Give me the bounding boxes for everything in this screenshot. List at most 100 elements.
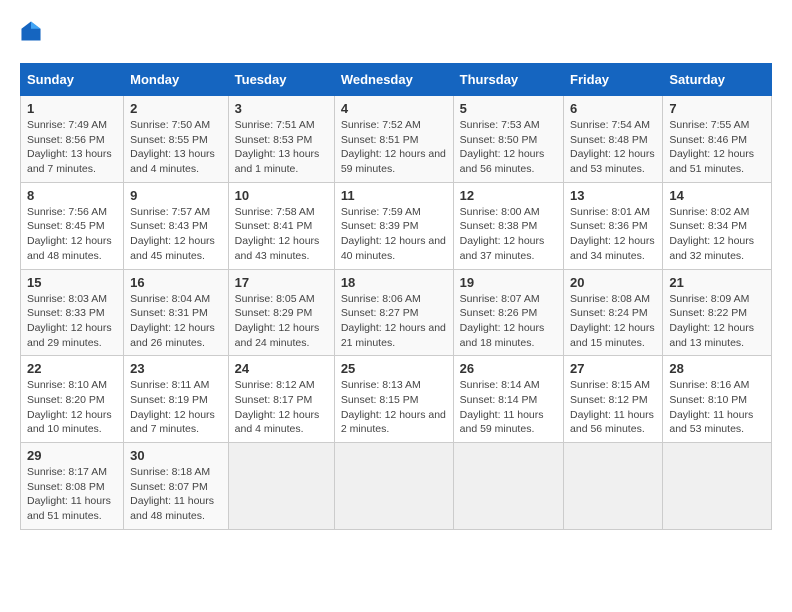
- calendar-cell: 19 Sunrise: 8:07 AMSunset: 8:26 PMDayligh…: [453, 269, 563, 356]
- calendar-week-row: 15 Sunrise: 8:03 AMSunset: 8:33 PMDayligh…: [21, 269, 772, 356]
- day-info: Sunrise: 8:04 AMSunset: 8:31 PMDaylight:…: [130, 292, 222, 351]
- day-number: 23: [130, 361, 222, 376]
- calendar-cell: 16 Sunrise: 8:04 AMSunset: 8:31 PMDayligh…: [124, 269, 229, 356]
- day-info: Sunrise: 8:17 AMSunset: 8:08 PMDaylight:…: [27, 465, 117, 524]
- day-number: 17: [235, 275, 328, 290]
- day-number: 16: [130, 275, 222, 290]
- calendar-cell: [564, 443, 663, 530]
- calendar-cell: [453, 443, 563, 530]
- calendar-cell: 24 Sunrise: 8:12 AMSunset: 8:17 PMDayligh…: [228, 356, 334, 443]
- calendar-cell: 29 Sunrise: 8:17 AMSunset: 8:08 PMDayligh…: [21, 443, 124, 530]
- calendar-table: SundayMondayTuesdayWednesdayThursdayFrid…: [20, 63, 772, 530]
- calendar-week-row: 1 Sunrise: 7:49 AMSunset: 8:56 PMDaylight…: [21, 96, 772, 183]
- day-info: Sunrise: 7:52 AMSunset: 8:51 PMDaylight:…: [341, 118, 447, 177]
- day-info: Sunrise: 7:53 AMSunset: 8:50 PMDaylight:…: [460, 118, 557, 177]
- day-info: Sunrise: 7:56 AMSunset: 8:45 PMDaylight:…: [27, 205, 117, 264]
- day-info: Sunrise: 8:02 AMSunset: 8:34 PMDaylight:…: [669, 205, 765, 264]
- day-number: 25: [341, 361, 447, 376]
- page-header: [20, 20, 772, 47]
- day-info: Sunrise: 8:15 AMSunset: 8:12 PMDaylight:…: [570, 378, 656, 437]
- day-number: 10: [235, 188, 328, 203]
- day-number: 22: [27, 361, 117, 376]
- day-number: 29: [27, 448, 117, 463]
- calendar-cell: 26Sunrise: 8:14 AMSunset: 8:14 PMDayligh…: [453, 356, 563, 443]
- header-thursday: Thursday: [453, 64, 563, 96]
- header-friday: Friday: [564, 64, 663, 96]
- calendar-cell: 28 Sunrise: 8:16 AMSunset: 8:10 PMDayligh…: [663, 356, 772, 443]
- calendar-week-row: 22 Sunrise: 8:10 AMSunset: 8:20 PMDayligh…: [21, 356, 772, 443]
- calendar-cell: 14 Sunrise: 8:02 AMSunset: 8:34 PMDayligh…: [663, 182, 772, 269]
- calendar-cell: 15 Sunrise: 8:03 AMSunset: 8:33 PMDayligh…: [21, 269, 124, 356]
- calendar-cell: 4 Sunrise: 7:52 AMSunset: 8:51 PMDaylight…: [334, 96, 453, 183]
- calendar-cell: 30Sunrise: 8:18 AMSunset: 8:07 PMDayligh…: [124, 443, 229, 530]
- day-number: 26: [460, 361, 557, 376]
- day-info: Sunrise: 7:58 AMSunset: 8:41 PMDaylight:…: [235, 205, 328, 264]
- logo: [20, 20, 46, 47]
- calendar-cell: 13Sunrise: 8:01 AMSunset: 8:36 PMDayligh…: [564, 182, 663, 269]
- day-number: 24: [235, 361, 328, 376]
- day-info: Sunrise: 8:09 AMSunset: 8:22 PMDaylight:…: [669, 292, 765, 351]
- day-info: Sunrise: 8:05 AMSunset: 8:29 PMDaylight:…: [235, 292, 328, 351]
- day-info: Sunrise: 8:08 AMSunset: 8:24 PMDaylight:…: [570, 292, 656, 351]
- day-info: Sunrise: 8:07 AMSunset: 8:26 PMDaylight:…: [460, 292, 557, 351]
- calendar-cell: 22 Sunrise: 8:10 AMSunset: 8:20 PMDayligh…: [21, 356, 124, 443]
- day-number: 6: [570, 101, 656, 116]
- calendar-cell: 5 Sunrise: 7:53 AMSunset: 8:50 PMDaylight…: [453, 96, 563, 183]
- day-info: Sunrise: 7:50 AMSunset: 8:55 PMDaylight:…: [130, 118, 222, 177]
- calendar-cell: 9 Sunrise: 7:57 AMSunset: 8:43 PMDaylight…: [124, 182, 229, 269]
- day-number: 14: [669, 188, 765, 203]
- calendar-cell: 21 Sunrise: 8:09 AMSunset: 8:22 PMDayligh…: [663, 269, 772, 356]
- day-number: 5: [460, 101, 557, 116]
- day-info: Sunrise: 7:55 AMSunset: 8:46 PMDaylight:…: [669, 118, 765, 177]
- day-number: 18: [341, 275, 447, 290]
- day-info: Sunrise: 8:01 AMSunset: 8:36 PMDaylight:…: [570, 205, 656, 264]
- calendar-cell: [334, 443, 453, 530]
- day-info: Sunrise: 7:54 AMSunset: 8:48 PMDaylight:…: [570, 118, 656, 177]
- calendar-header-row: SundayMondayTuesdayWednesdayThursdayFrid…: [21, 64, 772, 96]
- day-number: 3: [235, 101, 328, 116]
- calendar-cell: 18 Sunrise: 8:06 AMSunset: 8:27 PMDayligh…: [334, 269, 453, 356]
- day-info: Sunrise: 8:10 AMSunset: 8:20 PMDaylight:…: [27, 378, 117, 437]
- calendar-cell: 23 Sunrise: 8:11 AMSunset: 8:19 PMDayligh…: [124, 356, 229, 443]
- calendar-cell: 3Sunrise: 7:51 AMSunset: 8:53 PMDaylight…: [228, 96, 334, 183]
- header-saturday: Saturday: [663, 64, 772, 96]
- day-info: Sunrise: 8:12 AMSunset: 8:17 PMDaylight:…: [235, 378, 328, 437]
- calendar-cell: 10 Sunrise: 7:58 AMSunset: 8:41 PMDayligh…: [228, 182, 334, 269]
- day-number: 8: [27, 188, 117, 203]
- day-info: Sunrise: 7:59 AMSunset: 8:39 PMDaylight:…: [341, 205, 447, 264]
- calendar-cell: 8 Sunrise: 7:56 AMSunset: 8:45 PMDaylight…: [21, 182, 124, 269]
- day-number: 9: [130, 188, 222, 203]
- calendar-cell: 12Sunrise: 8:00 AMSunset: 8:38 PMDayligh…: [453, 182, 563, 269]
- day-number: 28: [669, 361, 765, 376]
- day-info: Sunrise: 8:13 AMSunset: 8:15 PMDaylight:…: [341, 378, 447, 437]
- day-number: 27: [570, 361, 656, 376]
- calendar-week-row: 29 Sunrise: 8:17 AMSunset: 8:08 PMDayligh…: [21, 443, 772, 530]
- day-number: 11: [341, 188, 447, 203]
- header-monday: Monday: [124, 64, 229, 96]
- day-info: Sunrise: 7:49 AMSunset: 8:56 PMDaylight:…: [27, 118, 117, 177]
- day-info: Sunrise: 7:57 AMSunset: 8:43 PMDaylight:…: [130, 205, 222, 264]
- calendar-cell: 20Sunrise: 8:08 AMSunset: 8:24 PMDayligh…: [564, 269, 663, 356]
- calendar-cell: 6 Sunrise: 7:54 AMSunset: 8:48 PMDaylight…: [564, 96, 663, 183]
- header-sunday: Sunday: [21, 64, 124, 96]
- day-info: Sunrise: 8:11 AMSunset: 8:19 PMDaylight:…: [130, 378, 222, 437]
- day-number: 15: [27, 275, 117, 290]
- calendar-cell: 2 Sunrise: 7:50 AMSunset: 8:55 PMDaylight…: [124, 96, 229, 183]
- calendar-cell: 11 Sunrise: 7:59 AMSunset: 8:39 PMDayligh…: [334, 182, 453, 269]
- day-number: 19: [460, 275, 557, 290]
- day-number: 2: [130, 101, 222, 116]
- day-info: Sunrise: 8:16 AMSunset: 8:10 PMDaylight:…: [669, 378, 765, 437]
- day-info: Sunrise: 8:03 AMSunset: 8:33 PMDaylight:…: [27, 292, 117, 351]
- day-number: 21: [669, 275, 765, 290]
- header-tuesday: Tuesday: [228, 64, 334, 96]
- day-number: 1: [27, 101, 117, 116]
- day-info: Sunrise: 8:06 AMSunset: 8:27 PMDaylight:…: [341, 292, 447, 351]
- day-info: Sunrise: 8:18 AMSunset: 8:07 PMDaylight:…: [130, 465, 222, 524]
- calendar-week-row: 8 Sunrise: 7:56 AMSunset: 8:45 PMDaylight…: [21, 182, 772, 269]
- calendar-cell: [228, 443, 334, 530]
- calendar-cell: 7Sunrise: 7:55 AMSunset: 8:46 PMDaylight…: [663, 96, 772, 183]
- calendar-cell: 1 Sunrise: 7:49 AMSunset: 8:56 PMDaylight…: [21, 96, 124, 183]
- day-number: 4: [341, 101, 447, 116]
- header-wednesday: Wednesday: [334, 64, 453, 96]
- calendar-cell: 25 Sunrise: 8:13 AMSunset: 8:15 PMDayligh…: [334, 356, 453, 443]
